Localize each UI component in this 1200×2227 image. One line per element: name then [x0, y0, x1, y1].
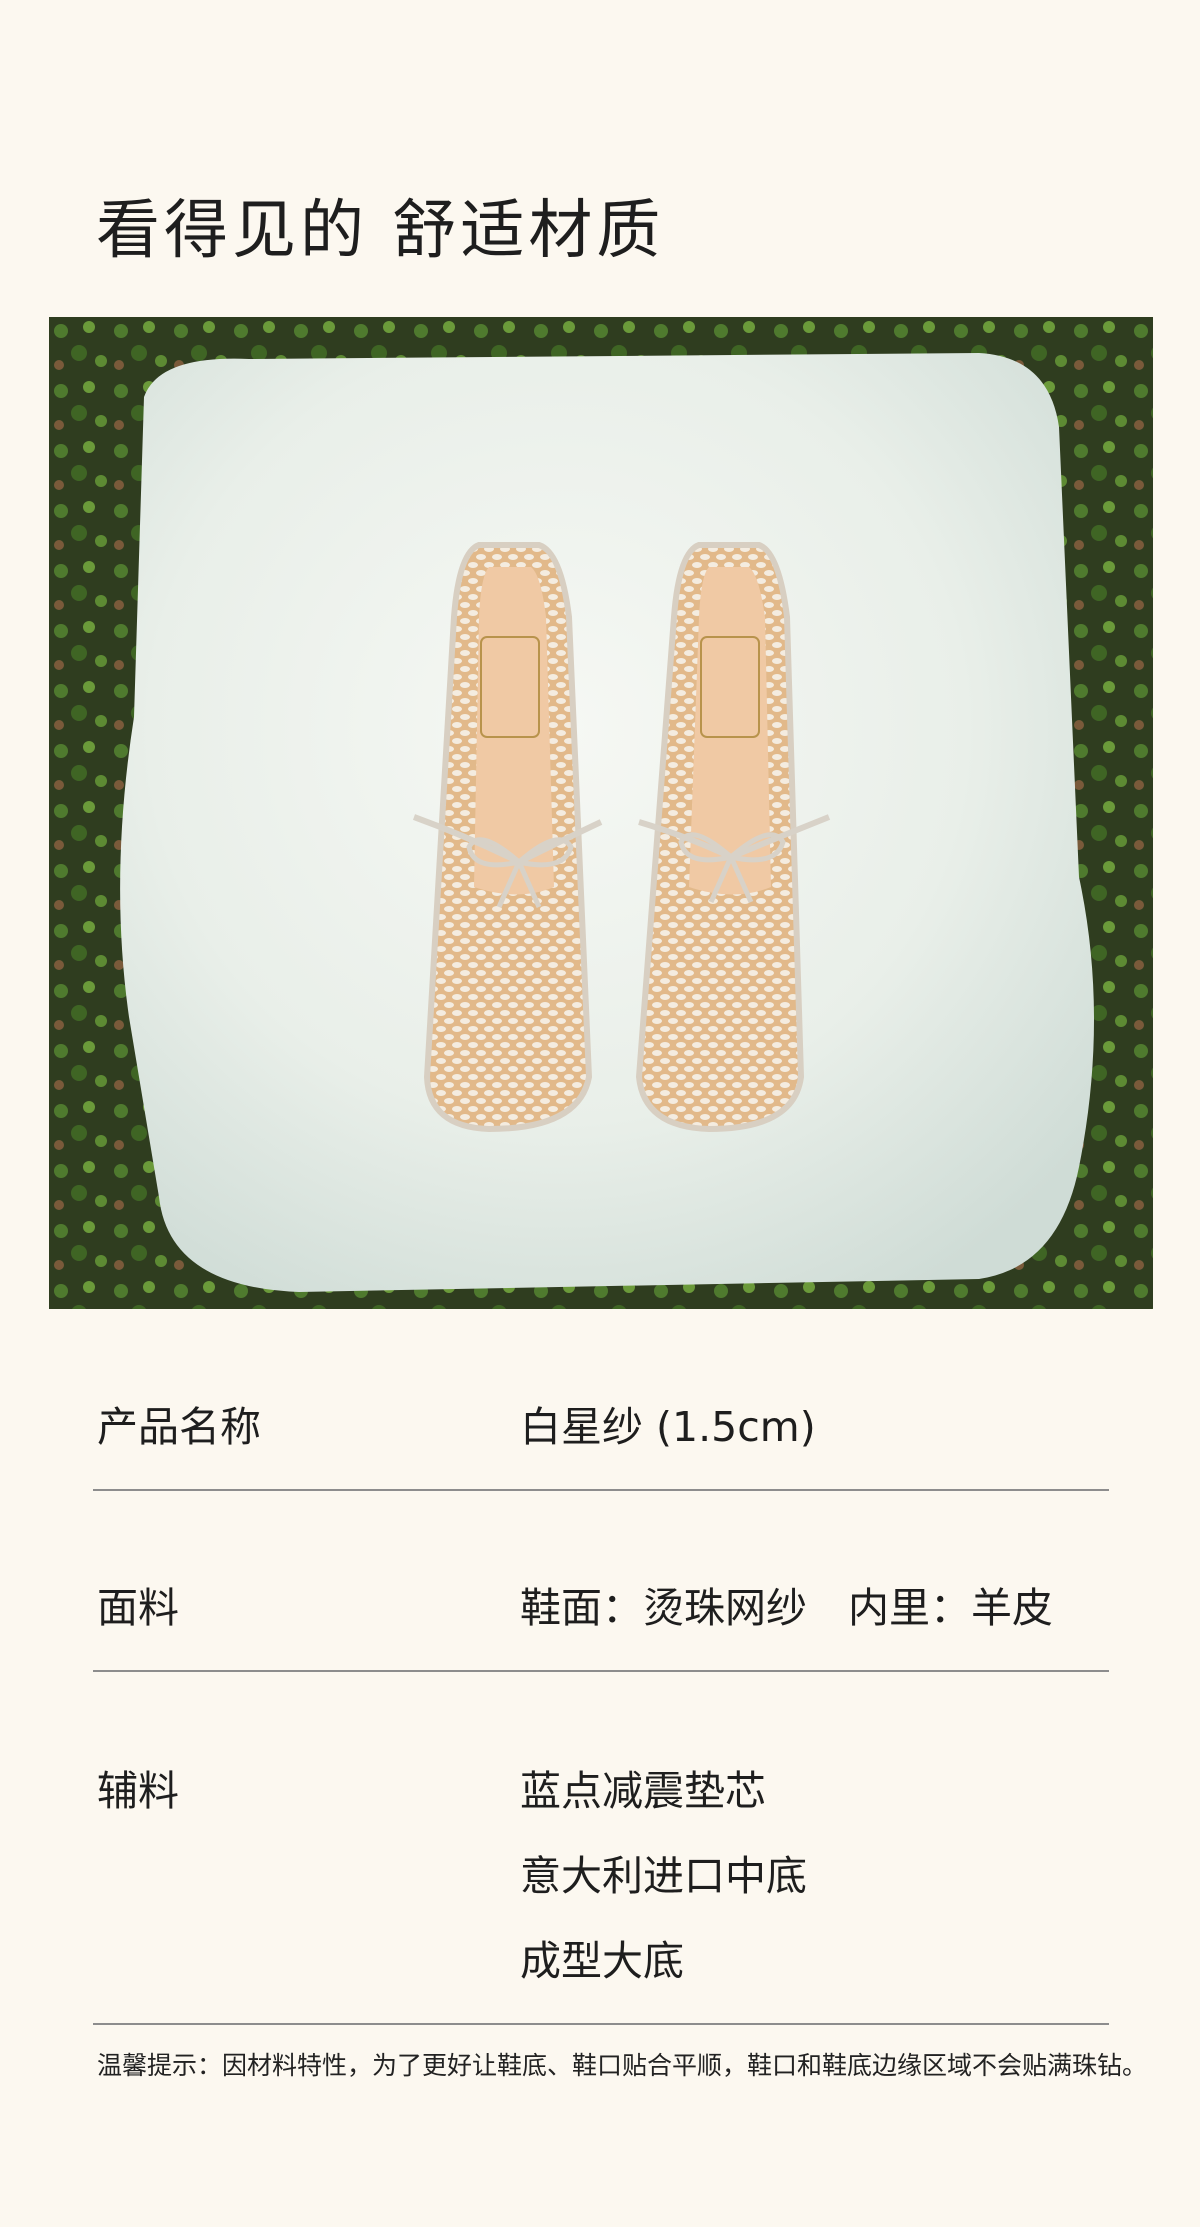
product-photo-image — [49, 317, 1153, 1309]
divider — [93, 1489, 1109, 1491]
divider — [93, 2023, 1109, 2025]
spec-value-accessory-2: 意大利进口中底 — [520, 1852, 807, 1900]
spec-label-name: 产品名称 — [97, 1403, 261, 1451]
care-notice: 温馨提示：因材料特性，为了更好让鞋底、鞋口贴合平顺，鞋口和鞋底边缘区域不会贴满珠… — [97, 2051, 1148, 2080]
page-title: 看得见的 舒适材质 — [96, 193, 665, 268]
spec-value-fabric: 鞋面：烫珠网纱 内里：羊皮 — [520, 1584, 1053, 1632]
spec-value-name: 白星纱 (1.5cm) — [520, 1403, 816, 1451]
product-photo — [49, 317, 1153, 1309]
spec-value-accessory-3: 成型大底 — [520, 1937, 684, 1985]
spec-label-fabric: 面料 — [97, 1584, 179, 1632]
spec-value-accessory-1: 蓝点减震垫芯 — [520, 1767, 766, 1815]
spec-label-accessories: 辅料 — [97, 1767, 179, 1815]
divider — [93, 1670, 1109, 1672]
